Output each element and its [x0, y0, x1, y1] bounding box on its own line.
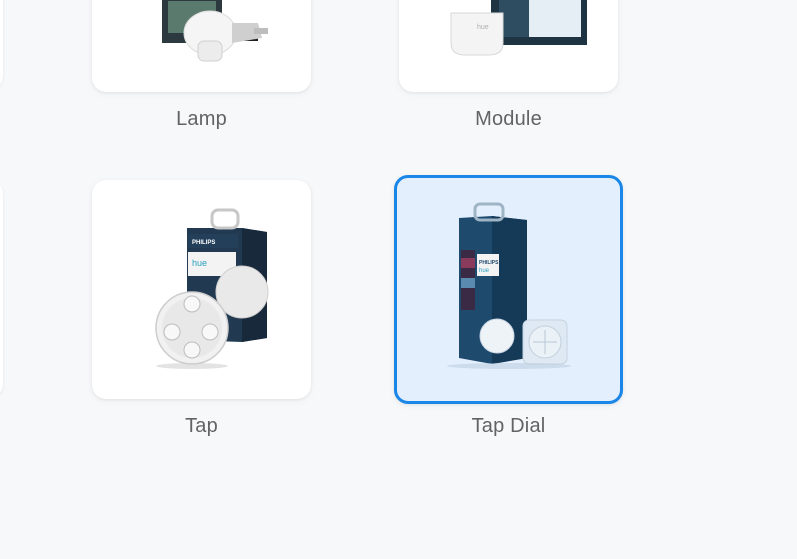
svg-text:hue: hue — [477, 24, 489, 31]
module-label: Module — [475, 108, 542, 130]
svg-text:PHILIPS: PHILIPS — [479, 260, 499, 266]
product-picker: Lamp hue Module PHILIPS hue Tap PHILIPS … — [0, 0, 797, 559]
lamp-label: Lamp — [176, 108, 227, 130]
tile-tap-dial[interactable]: PHILIPS hue Tap Dial — [394, 175, 623, 438]
tile-lamp[interactable]: Lamp — [92, 0, 311, 131]
tap-dial-label: Tap Dial — [471, 415, 546, 437]
tile-module[interactable]: hue Module — [399, 0, 618, 131]
tap-dial-product-icon: PHILIPS hue — [447, 202, 571, 369]
tap-label: Tap — [185, 415, 218, 437]
hue-lamp-product-icon — [162, 0, 268, 62]
hue-tap-product-icon: PHILIPS hue — [155, 208, 269, 369]
tap-card[interactable]: PHILIPS hue — [92, 180, 311, 399]
module-card[interactable]: hue — [399, 0, 618, 92]
svg-text:hue: hue — [192, 258, 207, 268]
svg-text:hue: hue — [479, 268, 490, 274]
tap-dial-card[interactable]: PHILIPS hue — [394, 175, 623, 404]
svg-text:PHILIPS: PHILIPS — [192, 240, 215, 246]
tile-tap[interactable]: PHILIPS hue Tap — [92, 180, 311, 438]
partial-card-left[interactable] — [0, 180, 3, 398]
partial-card-top-left[interactable] — [0, 0, 3, 90]
lamp-card[interactable] — [92, 0, 311, 92]
wall-switch-module-product-icon: hue — [450, 0, 587, 56]
